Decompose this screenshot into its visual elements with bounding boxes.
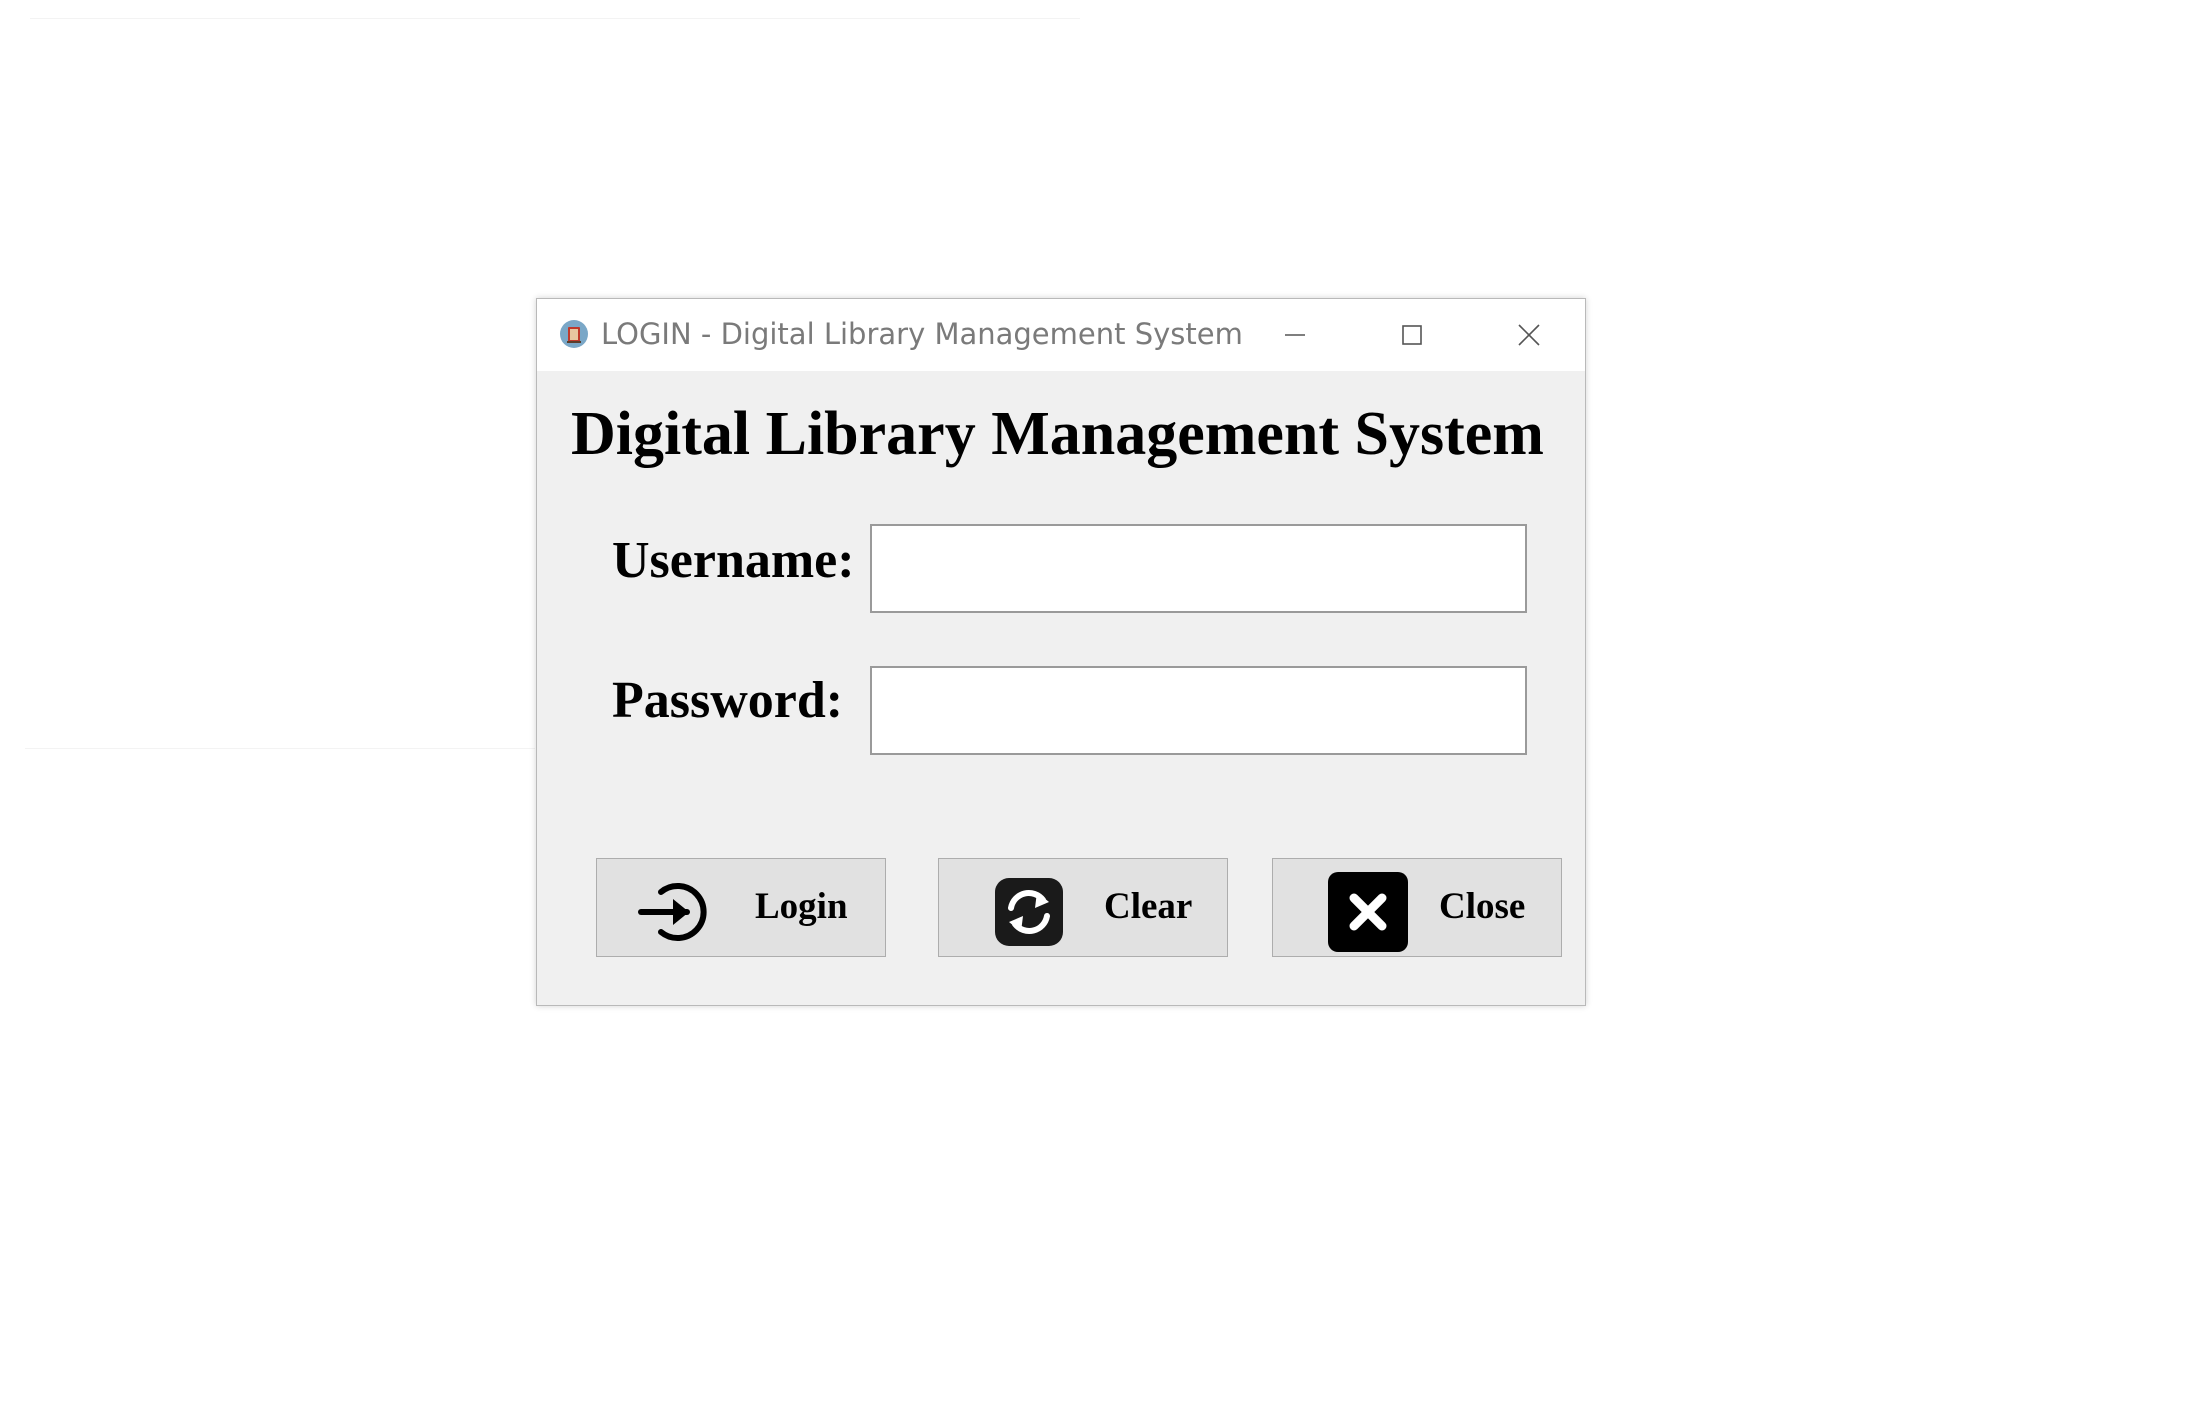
maximize-button[interactable] [1354, 299, 1470, 371]
close-button[interactable]: Close [1272, 858, 1562, 957]
username-label: Username: [612, 532, 855, 589]
window-titlebar[interactable]: LOGIN - Digital Library Management Syste… [537, 299, 1585, 371]
maximize-icon [1402, 325, 1422, 345]
minimize-button[interactable] [1237, 299, 1353, 371]
close-x-icon [1328, 872, 1408, 952]
refresh-icon [995, 878, 1063, 946]
window-title: LOGIN - Digital Library Management Syste… [601, 317, 1243, 351]
window-close-button[interactable] [1471, 299, 1587, 371]
login-arrow-icon [638, 883, 707, 941]
login-button-label: Login [755, 886, 848, 927]
app-icon [560, 320, 588, 348]
login-button[interactable]: Login [596, 858, 886, 957]
close-icon [1518, 324, 1540, 346]
close-button-label: Close [1439, 886, 1526, 927]
username-input[interactable] [870, 524, 1527, 613]
page-title: Digital Library Management System [571, 400, 1544, 468]
clear-button-label: Clear [1104, 886, 1193, 927]
minimize-icon [1285, 334, 1305, 336]
background-divider-middle [25, 748, 535, 749]
login-window: LOGIN - Digital Library Management Syste… [536, 298, 1586, 1006]
password-label: Password: [612, 672, 844, 729]
clear-button[interactable]: Clear [938, 858, 1228, 957]
background-divider-top [30, 18, 1080, 19]
password-input[interactable] [870, 666, 1527, 755]
